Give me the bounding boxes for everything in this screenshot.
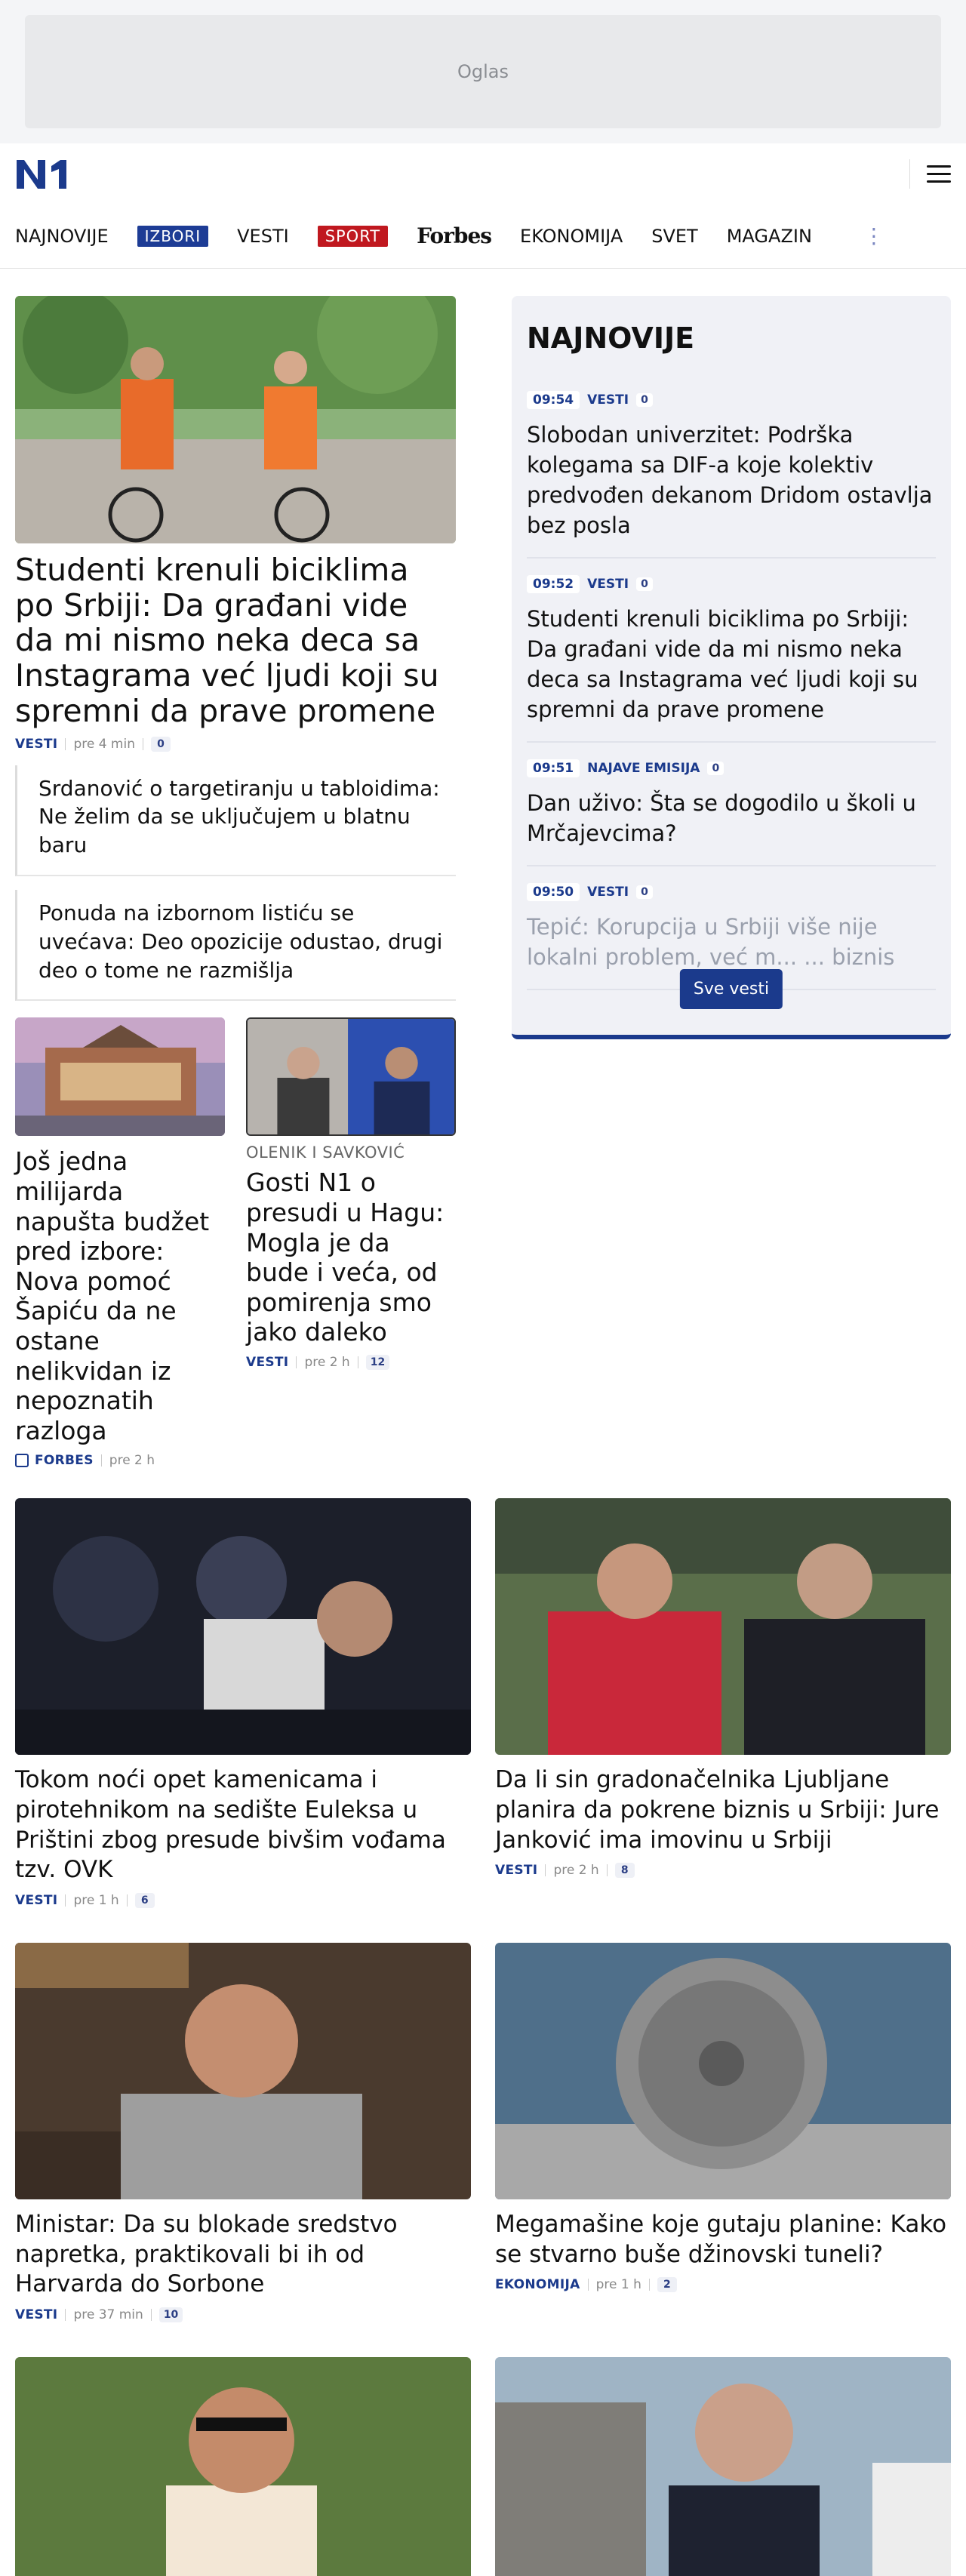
article-image[interactable] — [495, 1498, 951, 1756]
time-label: 09:54 — [527, 391, 580, 409]
nav-forbes[interactable]: Forbes — [417, 223, 492, 248]
latest-news-heading: NAJNOVIJE — [527, 322, 695, 355]
external-link-icon — [15, 1454, 29, 1468]
nav-izbori[interactable]: IZBORI — [137, 225, 209, 247]
latest-news-panel: NAJNOVIJE 09:54 VESTI 0 Slobodan univerz… — [512, 296, 951, 1039]
latest-news-item[interactable]: 09:54 VESTI 0 Slobodan univerzitet: Podr… — [527, 374, 936, 559]
time-label: pre 2 h — [304, 1355, 350, 1371]
article-image[interactable] — [495, 1943, 951, 2200]
latest-news-item[interactable]: 09:51 NAJAVE EMISIJA 0 Dan uživo: Šta se… — [527, 743, 936, 867]
time-label: 09:50 — [527, 883, 580, 902]
nav-najnovije[interactable]: NAJNOVIJE — [15, 226, 109, 247]
article-title[interactable]: Megamašine koje gutaju planine: Kako se … — [495, 2210, 951, 2270]
comment-count-badge[interactable]: 0 — [636, 577, 653, 592]
nav-svet[interactable]: SVET — [651, 226, 697, 247]
comment-count-badge[interactable]: 10 — [158, 2307, 183, 2323]
ad-placeholder[interactable]: Oglas — [25, 15, 941, 128]
lead-article-meta: VESTI pre 4 min 0 — [15, 736, 456, 752]
lead-article-title[interactable]: Studenti krenuli biciklima po Srbiji: Da… — [15, 552, 456, 729]
category-label[interactable]: FORBES — [35, 1453, 94, 1468]
category-label[interactable]: VESTI — [15, 737, 57, 752]
time-label: 09:52 — [527, 575, 580, 594]
time-label: pre 1 h — [595, 2277, 641, 2293]
comment-count-badge[interactable]: 2 — [657, 2277, 677, 2293]
article-card: Tokom noći opet kamenicama i pirotehniko… — [15, 1498, 471, 1909]
latest-news-title[interactable]: Studenti krenuli biciklima po Srbiji: Da… — [527, 604, 936, 725]
article-meta: VESTI pre 1 h 6 — [15, 1893, 471, 1909]
comment-count-badge[interactable]: 6 — [134, 1893, 155, 1909]
category-label[interactable]: VESTI — [495, 1863, 537, 1878]
time-label: pre 4 min — [73, 736, 135, 752]
article-card: Megamašine koje gutaju planine: Kako se … — [495, 1943, 951, 2322]
comment-count-badge[interactable]: 0 — [707, 762, 724, 776]
category-label[interactable]: VESTI — [587, 577, 629, 592]
article-card: Da li sin gradonačelnika Ljubljane plani… — [495, 1498, 951, 1908]
site-header — [0, 143, 966, 204]
nav-ekonomija[interactable]: EKONOMIJA — [520, 226, 623, 247]
comment-count-badge[interactable]: 12 — [365, 1355, 390, 1371]
time-label: pre 2 h — [109, 1453, 155, 1469]
article-image[interactable] — [15, 1943, 471, 2200]
article-card: Ministar: Da su blokade sredstvo napretk… — [15, 1943, 471, 2323]
article-card — [15, 2357, 471, 2576]
more-vertical-icon[interactable]: ⋮ — [863, 225, 884, 247]
article-card: OLENIK I SAVKOVIĆ Gosti N1 o presudi u H… — [246, 1017, 456, 1468]
latest-news-item[interactable]: 09:52 VESTI 0 Studenti krenuli biciklima… — [527, 559, 936, 743]
article-meta: EKONOMIJA pre 1 h 2 — [495, 2277, 951, 2293]
article-image[interactable] — [15, 1017, 225, 1137]
comment-count-badge[interactable]: 0 — [636, 885, 653, 900]
article-title[interactable]: Tokom noći opet kamenicama i pirotehniko… — [15, 1765, 471, 1885]
article-meta: FORBES pre 2 h — [15, 1453, 225, 1468]
main-nav: NAJNOVIJE IZBORI VESTI SPORT Forbes EKON… — [0, 204, 966, 269]
time-label: pre 2 h — [553, 1863, 599, 1879]
time-label: 09:51 — [527, 759, 580, 778]
lead-article-image[interactable] — [15, 296, 456, 543]
article-title[interactable]: Još jedna milijarda napušta budžet pred … — [15, 1146, 225, 1445]
article-image[interactable] — [15, 1498, 471, 1756]
article-image[interactable] — [15, 2357, 471, 2576]
latest-news-title[interactable]: Slobodan univerzitet: Podrška kolegama s… — [527, 420, 936, 540]
article-meta: VESTI pre 2 h 12 — [246, 1355, 456, 1371]
n1-logo[interactable] — [15, 157, 69, 190]
category-label[interactable]: VESTI — [15, 2307, 57, 2322]
related-article-link[interactable]: Ponuda na izbornom listiću se uvećava: D… — [15, 890, 456, 1002]
article-meta: VESTI pre 37 min 10 — [15, 2307, 471, 2323]
category-label[interactable]: NAJAVE EMISIJA — [587, 761, 700, 776]
comment-count-badge[interactable]: 0 — [636, 393, 653, 407]
article-kicker: OLENIK I SAVKOVIĆ — [246, 1143, 405, 1162]
time-label: pre 1 h — [73, 1893, 119, 1909]
time-label: pre 37 min — [73, 2307, 143, 2323]
nav-magazin[interactable]: MAGAZIN — [727, 226, 812, 247]
article-image[interactable] — [246, 1017, 456, 1137]
comment-count-badge[interactable]: 8 — [614, 1863, 635, 1879]
article-card — [495, 2357, 951, 2576]
all-news-button[interactable]: Sve vesti — [679, 969, 783, 1009]
ad-banner-area: Oglas — [0, 0, 966, 143]
ad-label: Oglas — [457, 61, 509, 82]
n1-logo-mark — [17, 160, 66, 189]
hamburger-menu-icon[interactable] — [909, 158, 951, 189]
article-image[interactable] — [495, 2357, 951, 2576]
article-title[interactable]: Ministar: Da su blokade sredstvo napretk… — [15, 2210, 471, 2300]
article-title[interactable]: Gosti N1 o presudi u Hagu: Mogla je da b… — [246, 1168, 456, 1347]
article-card: Još jedna milijarda napušta budžet pred … — [15, 1017, 225, 1468]
category-label[interactable]: VESTI — [246, 1355, 288, 1370]
comment-count-badge[interactable]: 0 — [150, 736, 171, 752]
latest-news-title[interactable]: Tepić: Korupcija u Srbiji više nije loka… — [527, 912, 936, 972]
article-title[interactable]: Da li sin gradonačelnika Ljubljane plani… — [495, 1765, 951, 1855]
latest-news-title[interactable]: Dan uživo: Šta se dogodilo u školi u Mrč… — [527, 788, 936, 848]
nav-vesti[interactable]: VESTI — [237, 226, 289, 247]
category-label[interactable]: EKONOMIJA — [495, 2277, 580, 2292]
category-label[interactable]: VESTI — [587, 392, 629, 408]
category-label[interactable]: VESTI — [15, 1893, 57, 1908]
nav-sport[interactable]: SPORT — [317, 225, 389, 247]
article-meta: VESTI pre 2 h 8 — [495, 1863, 951, 1879]
category-label[interactable]: VESTI — [587, 885, 629, 900]
related-article-link[interactable]: Srdanović o targetiranju u tabloidima: N… — [15, 765, 456, 877]
